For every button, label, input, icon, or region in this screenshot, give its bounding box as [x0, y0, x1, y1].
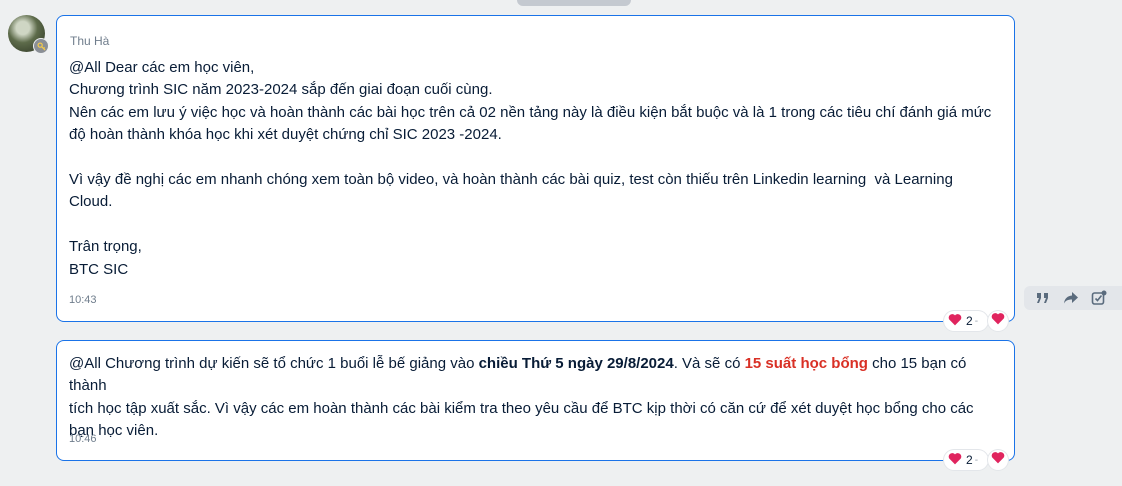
reaction-count: 2: [966, 453, 973, 467]
message-line: bạn học viên.: [69, 422, 159, 440]
message-text-segment: @All Chương trình dự kiến sẽ tổ chức 1 b…: [69, 355, 479, 372]
message-line: Chương trình SIC năm 2023-2024 sắp đến g…: [69, 81, 493, 99]
message-line: @All Dear các em học viên,: [69, 59, 255, 76]
message-line: Nên các em lưu ý việc học và hoàn thành …: [69, 103, 992, 121]
message-line: [69, 147, 998, 169]
message-line: Trân trọng,: [69, 238, 142, 256]
message-timestamp: 10:46: [69, 433, 97, 445]
message-line: Vì vậy đề nghị các em nhanh chóng xem to…: [69, 171, 953, 189]
message-text: @All Dear các em học viên, Chương trình …: [69, 57, 998, 281]
reaction-summary[interactable]: 2 -: [944, 450, 988, 470]
message-line: độ hoàn thành khóa học khi xét duyệt chứ…: [69, 126, 502, 144]
heart-icon: [991, 451, 1005, 469]
message-bubble[interactable]: Thu Hà @All Dear các em học viên, Chương…: [56, 15, 1015, 322]
sender-name[interactable]: Thu Hà: [70, 34, 109, 48]
message-timestamp: 10:43: [69, 294, 97, 306]
message-line: BTC SIC: [69, 260, 129, 278]
message-text-segment: . Và sẽ có: [673, 355, 745, 372]
highlight-date: chiều Thứ 5 ngày 29/8/2024: [478, 355, 674, 372]
reaction-divider: -: [974, 315, 979, 327]
message-actions-bar: [1024, 286, 1122, 310]
react-heart-button[interactable]: [988, 450, 1008, 470]
react-heart-button[interactable]: [988, 311, 1008, 331]
date-separator-pill: [517, 0, 631, 6]
heart-icon: [991, 312, 1005, 330]
message-bubble[interactable]: @All Chương trình dự kiến sẽ tổ chức 1 b…: [56, 340, 1015, 461]
heart-icon: [948, 452, 962, 468]
forward-icon[interactable]: [1062, 289, 1080, 307]
task-icon[interactable]: [1090, 289, 1108, 307]
reaction-count: 2: [966, 314, 973, 328]
message-line: [69, 214, 998, 236]
reaction-summary[interactable]: 2 -: [944, 311, 988, 331]
reaction-divider: -: [974, 454, 979, 466]
message-line: Cloud.: [69, 193, 113, 211]
avatar[interactable]: [8, 15, 49, 54]
heart-icon: [948, 313, 962, 329]
key-icon: [33, 38, 49, 54]
message-text: @All Chương trình dự kiến sẽ tổ chức 1 b…: [69, 353, 998, 443]
message-line: @All Chương trình dự kiến sẽ tổ chức 1 b…: [69, 353, 998, 398]
message-line: tích học tập xuất sắc. Vì vậy các em hoà…: [69, 399, 974, 417]
highlight-scholarship: 15 suất học bổng: [744, 355, 868, 372]
quote-icon[interactable]: [1034, 289, 1052, 307]
